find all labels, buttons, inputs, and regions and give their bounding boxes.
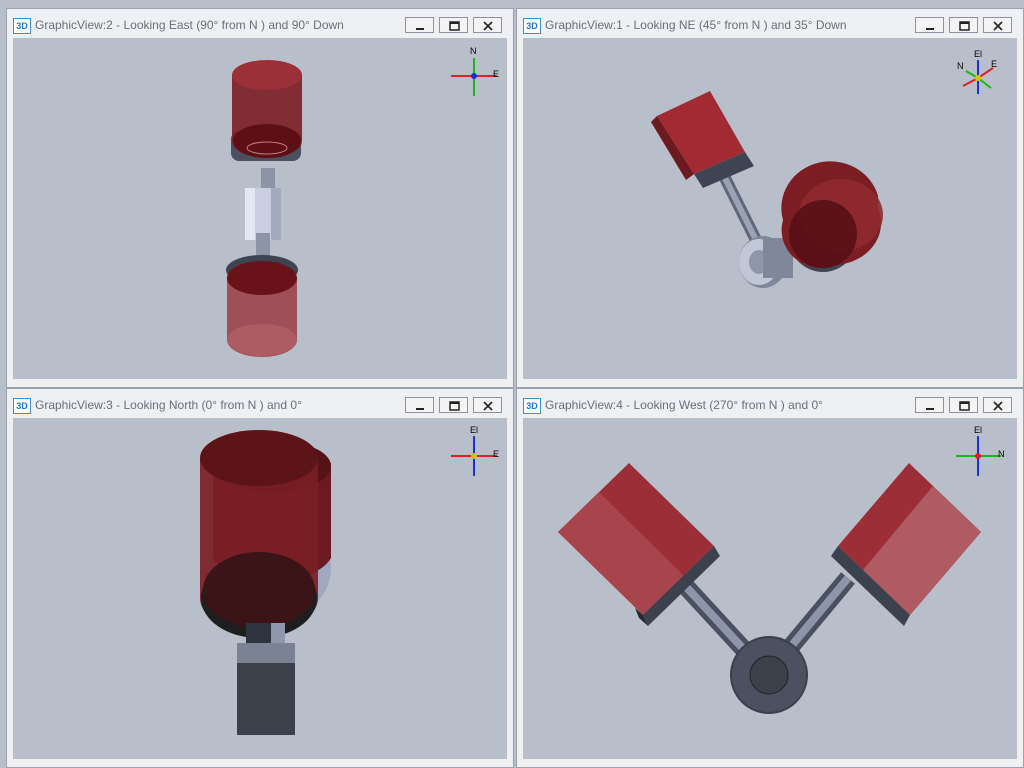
app-3d-icon: 3D — [523, 18, 541, 34]
maximize-button[interactable] — [439, 397, 468, 413]
app-3d-icon: 3D — [13, 398, 31, 414]
graphicview-3-window: 3D GraphicView:3 - Looking North (0° fro… — [6, 388, 514, 768]
piston-right — [831, 463, 981, 626]
graphicview-2-titlebar[interactable]: 3D GraphicView:2 - Looking East (90° fro… — [7, 9, 513, 37]
triad-label-n: N — [998, 449, 1005, 459]
maximize-button[interactable] — [439, 17, 468, 33]
model-ne-iso-view: El N E — [651, 49, 997, 288]
graphic-viewport[interactable]: El N E — [523, 38, 1017, 379]
crank-block — [245, 188, 281, 240]
model-east-top-view: N E — [226, 46, 499, 357]
graphic-viewport[interactable]: El E — [13, 418, 507, 759]
window-title: GraphicView:3 - Looking North (0° from N… — [35, 398, 302, 412]
graphic-viewport[interactable]: El N — [523, 418, 1017, 759]
piston-upper — [651, 91, 754, 188]
graphicview-1-window: 3D GraphicView:1 - Looking NE (45° from … — [516, 8, 1024, 388]
window-title: GraphicView:4 - Looking West (270° from … — [545, 398, 823, 412]
maximize-button[interactable] — [949, 397, 978, 413]
model-west-side-view: El N — [558, 425, 1005, 714]
minimize-button[interactable] — [915, 397, 944, 413]
close-button[interactable] — [473, 397, 502, 413]
model-north-side-view: El E — [200, 425, 499, 735]
maximize-button[interactable] — [949, 17, 978, 33]
graphic-viewport[interactable]: N E — [13, 38, 507, 379]
window-title: GraphicView:2 - Looking East (90° from N… — [35, 18, 344, 32]
graphicview-3-titlebar[interactable]: 3D GraphicView:3 - Looking North (0° fro… — [7, 389, 513, 417]
graphicview-4-titlebar[interactable]: 3D GraphicView:4 - Looking West (270° fr… — [517, 389, 1023, 417]
graphicview-1-titlebar[interactable]: 3D GraphicView:1 - Looking NE (45° from … — [517, 9, 1023, 37]
orientation-triad: N E — [451, 46, 499, 96]
minimize-button[interactable] — [915, 17, 944, 33]
orientation-triad: El N E — [957, 49, 997, 94]
app-3d-icon: 3D — [13, 18, 31, 34]
orientation-triad: El N — [956, 425, 1005, 476]
graphicview-2-window: 3D GraphicView:2 - Looking East (90° fro… — [6, 8, 514, 388]
piston-upper — [231, 60, 302, 161]
minimize-button[interactable] — [405, 397, 434, 413]
close-button[interactable] — [473, 17, 502, 33]
close-button[interactable] — [983, 397, 1012, 413]
minimize-button[interactable] — [405, 17, 434, 33]
crank-block — [237, 643, 295, 735]
piston-lower — [226, 255, 298, 357]
piston-front — [200, 430, 318, 638]
graphicview-4-window: 3D GraphicView:4 - Looking West (270° fr… — [516, 388, 1024, 768]
crank-disc — [730, 636, 808, 714]
triad-label-el: El — [974, 49, 982, 59]
triad-label-e: E — [493, 69, 499, 79]
triad-label-n: N — [470, 46, 477, 56]
piston-right — [781, 161, 883, 272]
app-3d-icon: 3D — [523, 398, 541, 414]
triad-label-el: El — [974, 425, 982, 435]
window-title: GraphicView:1 - Looking NE (45° from N )… — [545, 18, 847, 32]
close-button[interactable] — [983, 17, 1012, 33]
triad-label-el: El — [470, 425, 478, 435]
triad-label-n: N — [957, 61, 964, 71]
orientation-triad: El E — [451, 425, 499, 476]
triad-label-e: E — [991, 59, 997, 69]
triad-label-e: E — [493, 449, 499, 459]
